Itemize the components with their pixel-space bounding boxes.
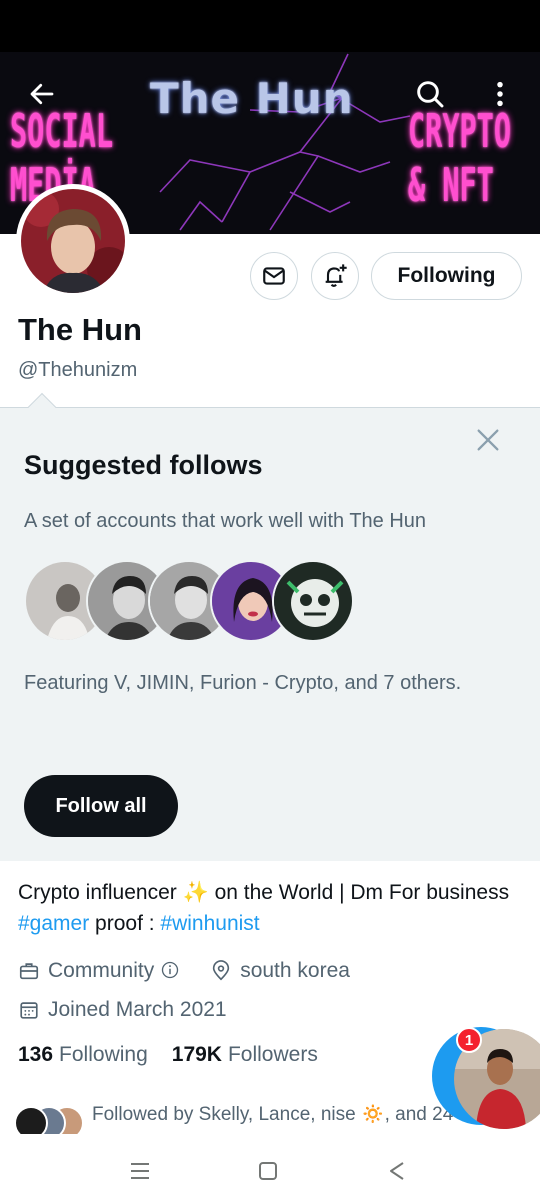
- following-count-link[interactable]: 136 Following: [18, 1043, 148, 1067]
- profile-bio: Crypto influencer ✨ on the World | Dm Fo…: [18, 881, 510, 935]
- status-bar: [0, 0, 540, 52]
- avatar: [14, 1106, 48, 1134]
- search-icon: [417, 81, 444, 108]
- close-suggestions-button[interactable]: [474, 426, 502, 454]
- system-back-button[interactable]: [382, 1156, 412, 1186]
- profile-name: The Hun: [18, 312, 142, 347]
- briefcase-icon: [18, 960, 40, 982]
- home-button[interactable]: [253, 1156, 283, 1186]
- menu-lines-icon: [131, 1163, 149, 1179]
- bell-plus-icon: [325, 264, 347, 287]
- suggested-title: Suggested follows: [24, 450, 263, 480]
- recent-apps-button[interactable]: [125, 1156, 155, 1186]
- more-vertical-icon: [497, 81, 503, 107]
- banner-neon-right: CRYPTO & NFT: [408, 104, 512, 212]
- profile-meta-row: Joined March 2021: [18, 997, 227, 1023]
- sparkles-emoji: ✨: [182, 881, 209, 904]
- spaces-fab[interactable]: 1: [432, 1027, 540, 1129]
- hashtag-link[interactable]: #gamer: [18, 912, 89, 935]
- banner-title: The Hun: [150, 74, 354, 123]
- suggested-featuring-text: Featuring V, JIMIN, Furion - Crypto, and…: [24, 672, 462, 694]
- home-square-icon: [259, 1162, 277, 1180]
- suggested-avatars[interactable]: [24, 560, 354, 642]
- followed-by-avatars: [14, 1106, 88, 1134]
- profile-joined: Joined March 2021: [48, 998, 227, 1021]
- search-button[interactable]: [408, 72, 452, 116]
- location-pin-icon: [210, 960, 232, 982]
- followed-by-text: Followed by Skelly, Lance, nise 🔅, and 2…: [92, 1104, 454, 1125]
- suggested-avatar[interactable]: [272, 560, 354, 642]
- hashtag-link[interactable]: #winhunist: [160, 912, 259, 935]
- follow-all-button[interactable]: Follow all: [24, 775, 178, 837]
- system-nav-bar: [0, 1140, 540, 1200]
- profile-handle: @Thehunizm: [18, 359, 138, 381]
- envelope-icon: [263, 267, 285, 285]
- close-icon: [477, 429, 499, 451]
- following-button[interactable]: Following: [371, 252, 522, 300]
- back-button[interactable]: [20, 72, 64, 116]
- message-button[interactable]: [250, 252, 298, 300]
- followers-count-link[interactable]: 179K Followers: [172, 1043, 318, 1067]
- followed-by-row[interactable]: Followed by Skelly, Lance, nise 🔅, and 2…: [14, 1100, 484, 1134]
- follow-counts: 136 Following 179K Followers: [18, 1043, 342, 1067]
- profile-meta-row: Community south korea: [18, 958, 350, 984]
- more-options-button[interactable]: [478, 72, 522, 116]
- notification-badge: 1: [456, 1027, 482, 1053]
- profile-location: south korea: [240, 959, 350, 982]
- calendar-icon: [18, 999, 40, 1021]
- avatar-image: [21, 189, 125, 293]
- back-arrow-icon: [30, 83, 54, 105]
- profile-avatar[interactable]: [16, 184, 130, 298]
- notification-button[interactable]: [311, 252, 359, 300]
- suggested-follows-panel: Suggested follows A set of accounts that…: [0, 407, 540, 861]
- suggested-description: A set of accounts that work well with Th…: [24, 510, 427, 532]
- profile-category: Community: [48, 959, 155, 982]
- info-icon[interactable]: [160, 960, 182, 982]
- back-triangle-icon: [390, 1162, 404, 1180]
